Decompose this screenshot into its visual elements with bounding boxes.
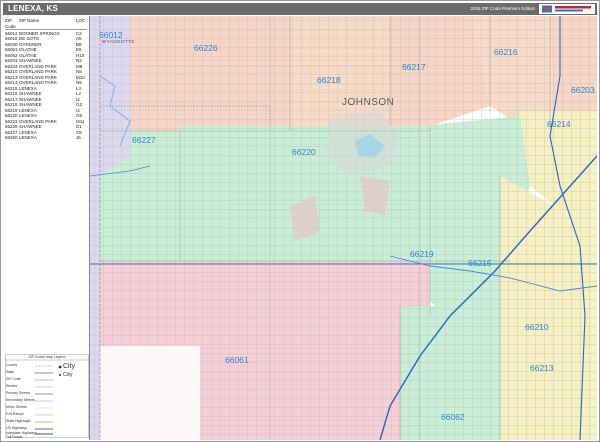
legend-city-large: City [63,363,76,370]
legend-title: ZIP Codes Map Legend [28,355,66,359]
zip-index-header: ZIP Code ZIP Name LOC [5,18,87,30]
zip-label-66215[interactable]: 66215 [468,258,492,268]
zip-index-zip: 66250 [5,135,18,140]
zip-index-rows: 66012 BONNER SPRINGS C2 66018 DE SOTO A5 66030… [5,31,87,141]
legend-item-label: Primary Streets [6,391,31,395]
county-label-johnson: JOHNSON [342,97,395,108]
legend-item-label: Streets [6,384,18,388]
col-loc-header: LOC [76,18,86,23]
title-bar: LENEXA, KS 2025 ZIP Code Premium Edition [3,3,597,15]
legend-item-label: Minor Streets [6,405,27,409]
legend-item-label: ZIP Code [6,377,21,381]
map-title: LENEXA, KS [8,4,59,13]
zip-label-66214[interactable]: 66214 [547,119,571,129]
legend-item-label: US Highways [6,426,28,430]
undeveloped-area [100,346,200,440]
edition-subtitle: 2025 ZIP Code Premium Edition [470,6,535,11]
zip-label-66061[interactable]: 66061 [225,355,249,365]
legend-item-label: State Highways [6,419,31,423]
zip-label-66217[interactable]: 66217 [402,62,426,72]
zip-label-66210[interactable]: 66210 [525,322,549,332]
col-name-header: ZIP Name [19,18,40,23]
zip-index-row: 66250 LENEXA J6 [5,135,87,141]
zip-label-66226[interactable]: 66226 [194,43,218,53]
col-zip-header: ZIP Code [5,18,16,29]
legend-item-label: Toll Roads [6,435,23,439]
legend-city-small: City [63,372,73,378]
legend-item-label: Exit Ramps [6,412,24,416]
zip-index-name: LENEXA [19,135,37,140]
zip-label-66213[interactable]: 66213 [530,363,554,373]
zip-label-66012[interactable]: 66012 [99,30,123,40]
zip-label-66218[interactable]: 66218 [317,75,341,85]
zip-label-66062[interactable]: 66062 [441,412,465,422]
publisher-logo [539,4,595,14]
zip-index-loc: J6 [76,135,81,140]
legend-item-label: State [6,370,15,374]
map-legend: ZIP Codes Map Legend County State ZIP Code… [5,354,89,439]
zip-label-66220[interactable]: 66220 [292,147,316,157]
legend-item-label: County [6,363,18,367]
zip-code-map[interactable]: WYANDOTTE JOHNSON 66012 66226 66218 6621… [90,16,597,440]
map-frame: LENEXA, KS 2025 ZIP Code Premium Edition… [0,0,600,442]
map-canvas [90,16,597,440]
zip-label-66216[interactable]: 66216 [494,47,518,57]
legend-item-label: Secondary Streets [6,398,35,402]
zip-label-66203[interactable]: 66203 [571,85,595,95]
zip-index-table: ZIP Code ZIP Name LOC 66012 BONNER SPRING… [5,18,87,141]
zip-label-66227[interactable]: 66227 [132,135,156,145]
side-panel: ZIP Code ZIP Name LOC 66012 BONNER SPRING… [3,16,90,440]
zip-label-66219[interactable]: 66219 [410,249,434,259]
